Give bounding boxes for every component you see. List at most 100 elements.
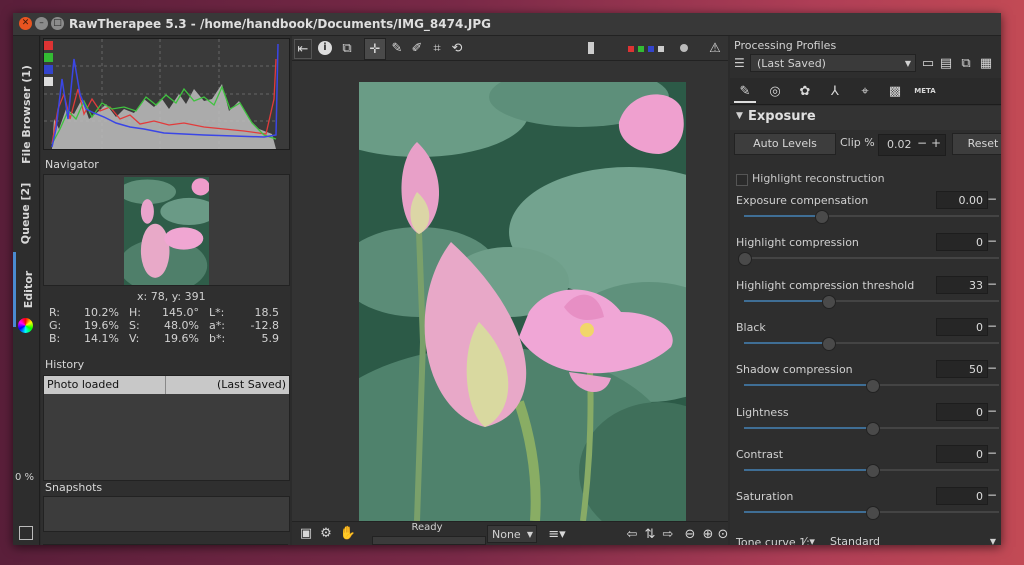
slider-knob[interactable]: [822, 295, 837, 309]
tab-editor[interactable]: Editor: [13, 252, 42, 327]
tab-file-browser[interactable]: File Browser (1): [13, 54, 39, 174]
slider-value-input[interactable]: 0: [936, 233, 988, 251]
remove-snapshot-button[interactable]: −: [165, 544, 288, 545]
hist-luminance-toggle[interactable]: [44, 77, 53, 86]
save-icon[interactable]: ▣: [298, 525, 314, 541]
tab-color-icon[interactable]: ✿: [794, 81, 816, 101]
slider-knob[interactable]: [865, 379, 880, 393]
tab-advanced-icon[interactable]: ⅄: [824, 81, 846, 101]
focus-mask-icon[interactable]: [680, 44, 688, 52]
right-panel: Processing Profiles ☰ (Last Saved) ▼ ▭ ▤ …: [730, 36, 1001, 545]
tab-exposure-icon[interactable]: ✎: [734, 81, 756, 103]
slider-value-input[interactable]: 0: [936, 487, 988, 505]
slider-decrement-button[interactable]: −: [987, 192, 997, 206]
slider-track[interactable]: [744, 422, 999, 436]
slider-knob[interactable]: [822, 337, 837, 351]
slider-track[interactable]: [744, 295, 999, 309]
slider-knob[interactable]: [738, 252, 752, 266]
copy-profile-icon[interactable]: ⧉: [958, 55, 974, 71]
history-profile: (Last Saved): [217, 378, 286, 391]
slider-value-input[interactable]: 50: [936, 360, 988, 378]
maximize-button[interactable]: □: [51, 17, 64, 30]
preview-r-icon[interactable]: [628, 46, 634, 52]
slider-decrement-button[interactable]: −: [987, 446, 997, 460]
slider-decrement-button[interactable]: −: [987, 234, 997, 248]
slider-decrement-button[interactable]: −: [987, 277, 997, 291]
slider-track[interactable]: [744, 464, 999, 478]
slider-decrement-button[interactable]: −: [987, 404, 997, 418]
profile-select[interactable]: (Last Saved) ▼: [750, 54, 916, 72]
slider-value-input[interactable]: 0.00: [936, 191, 988, 209]
slider-knob[interactable]: [865, 464, 880, 478]
slider-value-input[interactable]: 0: [936, 403, 988, 421]
before-after-icon[interactable]: ⧉: [338, 39, 356, 57]
preview-g-icon[interactable]: [638, 46, 644, 52]
slider-knob[interactable]: [865, 506, 880, 520]
hist-green-toggle[interactable]: [44, 53, 53, 62]
clip-increment[interactable]: +: [931, 136, 941, 150]
slider-track[interactable]: [744, 210, 999, 224]
slider-knob[interactable]: [814, 210, 829, 224]
hist-blue-toggle[interactable]: [44, 65, 53, 74]
warning-icon[interactable]: ⚠: [706, 39, 724, 57]
crop-icon[interactable]: ⌗: [428, 39, 446, 57]
queue-add-icon[interactable]: ⚙: [318, 525, 334, 541]
slider-value-input[interactable]: 0: [936, 445, 988, 463]
color-picker-icon[interactable]: ✐: [408, 39, 426, 57]
slider-track[interactable]: [738, 252, 999, 266]
tab-raw-icon[interactable]: ▩: [884, 81, 906, 101]
slider-knob[interactable]: [865, 422, 880, 436]
tone-curve-select[interactable]: Standard ▼: [830, 533, 1000, 545]
zoom-out-icon[interactable]: ⊖: [682, 525, 698, 543]
hand-tool-icon[interactable]: ✛: [364, 38, 386, 60]
zoom-fit-icon[interactable]: ⊙: [716, 525, 730, 543]
fullscreen-icon[interactable]: [19, 526, 33, 540]
sync-icon[interactable]: ⇅: [642, 525, 658, 543]
close-button[interactable]: ✕: [19, 17, 32, 30]
auto-levels-button[interactable]: Auto Levels: [734, 133, 836, 155]
slider-decrement-button[interactable]: −: [987, 319, 997, 333]
slider-track[interactable]: [744, 379, 999, 393]
tab-transform-icon[interactable]: ⌖: [854, 81, 876, 101]
hide-left-panel-icon[interactable]: ⇤: [294, 39, 312, 59]
minimize-button[interactable]: –: [35, 17, 48, 30]
histogram-matching-icon[interactable]: ≡▾: [542, 525, 572, 543]
tab-detail-icon[interactable]: ◎: [764, 81, 786, 101]
image-canvas[interactable]: [292, 61, 728, 521]
slider-decrement-button[interactable]: −: [987, 361, 997, 375]
white-balance-picker-icon[interactable]: ✎: [388, 39, 406, 57]
paste-profile-icon[interactable]: ▦: [978, 55, 994, 71]
send-to-editor-icon[interactable]: ✋: [340, 525, 356, 541]
preview-rgb-icon[interactable]: [588, 42, 594, 54]
slider-decrement-button[interactable]: −: [987, 488, 997, 502]
exposure-header[interactable]: ▼ Exposure: [730, 106, 1001, 130]
zoom-in-icon[interactable]: ⊕: [700, 525, 716, 543]
profiles-list-icon[interactable]: ☰: [734, 56, 745, 70]
straighten-icon[interactable]: ⟲: [448, 39, 466, 57]
info-icon[interactable]: i: [316, 39, 334, 57]
tab-metadata-icon[interactable]: META: [912, 81, 938, 101]
curve-icon[interactable]: ⁄ ▾: [804, 535, 815, 545]
slider-track[interactable]: [744, 506, 999, 520]
view-tabs: File Browser (1) Queue [2] Editor 0 % ✥: [13, 36, 40, 545]
navigator-preview[interactable]: [43, 174, 290, 286]
hist-red-toggle[interactable]: [44, 41, 53, 50]
save-profile-icon[interactable]: ▤: [938, 55, 954, 71]
clip-input[interactable]: 0.02 − +: [878, 134, 946, 156]
preview-l-icon[interactable]: [658, 46, 664, 52]
slider-track[interactable]: [744, 337, 999, 351]
readout-item: S: 48.0%: [129, 319, 203, 332]
clip-decrement[interactable]: −: [917, 136, 927, 150]
next-image-icon[interactable]: ⇨: [660, 525, 676, 543]
slider-value-input[interactable]: 0: [936, 318, 988, 336]
history-row[interactable]: Photo loaded (Last Saved): [44, 376, 289, 394]
slider-value-input[interactable]: 33: [936, 276, 988, 294]
preview-b-icon[interactable]: [648, 46, 654, 52]
tab-queue[interactable]: Queue [2]: [13, 176, 39, 251]
previous-image-icon[interactable]: ⇦: [624, 525, 640, 543]
open-profile-icon[interactable]: ▭: [920, 55, 936, 71]
add-snapshot-button[interactable]: +: [43, 544, 166, 545]
zoom-fit-select[interactable]: None ▼: [487, 525, 537, 543]
reset-button[interactable]: Reset: [952, 133, 1001, 155]
highlight-reconstruction-checkbox[interactable]: [736, 174, 748, 186]
